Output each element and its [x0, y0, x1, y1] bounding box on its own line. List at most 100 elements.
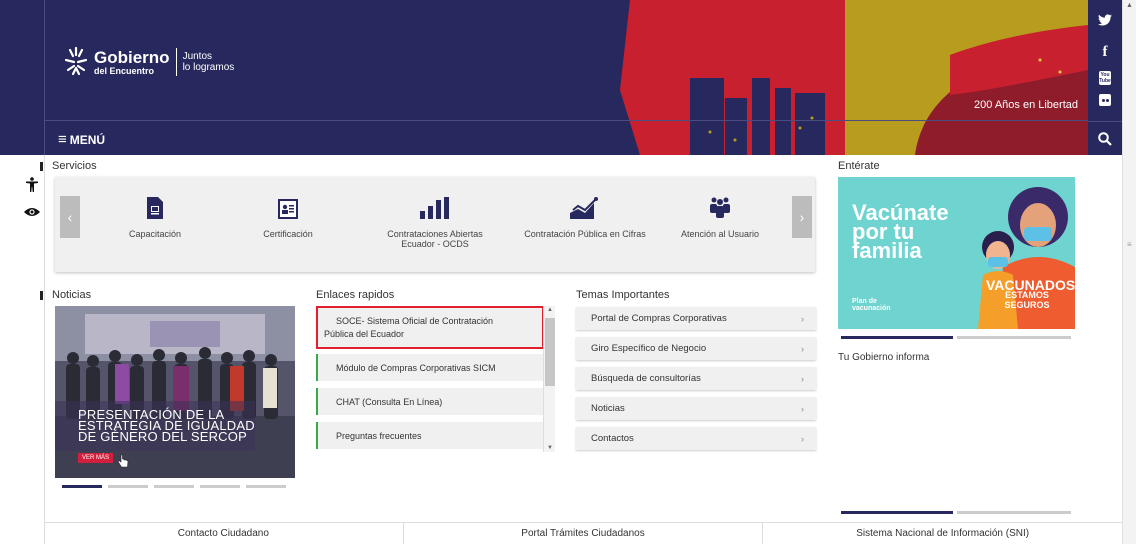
- pagination-dot[interactable]: [246, 485, 286, 488]
- link-soce[interactable]: SOCE- Sistema Oficial de Contratación Pú…: [316, 306, 544, 349]
- temas-title: Temas Importantes: [576, 289, 670, 301]
- vacunacion-headline-line: familia: [852, 238, 922, 263]
- link-accent-bar: [316, 354, 318, 381]
- link-label: SOCE- Sistema Oficial de Contratación Pú…: [324, 315, 493, 341]
- pagination-dot[interactable]: [154, 485, 194, 488]
- enlaces-scrollbar[interactable]: ▲ ▼: [543, 306, 555, 452]
- scroll-thumb[interactable]: [545, 318, 555, 386]
- link-label: Módulo de Compras Corporativas SICM: [336, 362, 496, 373]
- link-accent-bar: [316, 388, 318, 415]
- header-divider: [44, 0, 45, 155]
- vacunacion-headline: Vacúnate por tu familia: [852, 202, 949, 263]
- tema-label: Noticias: [591, 403, 625, 414]
- ver-mas-button[interactable]: VER MÁS: [78, 453, 114, 463]
- pagination-dot[interactable]: [957, 511, 1071, 514]
- menu-label: MENÚ: [69, 132, 106, 147]
- chevron-right-icon: ›: [801, 403, 804, 414]
- plan-vacunacion-label: Plan de vacunación: [852, 298, 891, 312]
- pagination-dot[interactable]: [200, 485, 240, 488]
- pagination-dot[interactable]: [957, 336, 1071, 339]
- servicio-certificacion[interactable]: Certificación: [223, 195, 353, 239]
- scroll-up-icon[interactable]: ▲: [547, 307, 553, 313]
- link-label: Preguntas frecuentes: [336, 430, 422, 441]
- servicio-contratacion-cifras[interactable]: Contratación Pública en Cifras: [510, 195, 660, 239]
- footer-contacto-ciudadano[interactable]: Contacto Ciudadano: [44, 523, 404, 544]
- bar-chart-icon: [370, 195, 500, 219]
- scroll-grip-icon[interactable]: ≡: [1127, 240, 1132, 249]
- cursor-hand-icon: [117, 454, 129, 468]
- pagination-dot[interactable]: [841, 511, 953, 514]
- footer-links: Contacto Ciudadano Portal Trámites Ciuda…: [44, 522, 1122, 544]
- servicio-contrataciones-abiertas[interactable]: Contrataciones Abiertas Ecuador - OCDS: [370, 195, 500, 249]
- pagination-dot[interactable]: [62, 485, 102, 488]
- link-compras-corporativas[interactable]: Módulo de Compras Corporativas SICM: [316, 354, 544, 381]
- scroll-up-icon[interactable]: ▲: [1126, 2, 1133, 9]
- social-bar: f You Tube: [1088, 0, 1122, 155]
- accessibility-icon[interactable]: [22, 177, 42, 199]
- vacunacion-banner[interactable]: Vacúnate por tu familia VACUNADOS ESTAMO…: [838, 177, 1075, 329]
- servicio-capacitacion[interactable]: Capacitación: [90, 195, 220, 239]
- servicio-label: Contrataciones Abiertas Ecuador - OCDS: [387, 229, 483, 249]
- trend-chart-icon: [510, 195, 660, 219]
- chevron-right-icon: ›: [801, 373, 804, 384]
- accessibility-tools: [22, 177, 42, 229]
- servicios-next-button[interactable]: ›: [792, 196, 812, 238]
- tema-giro-negocio[interactable]: Giro Específico de Negocio ›: [576, 337, 816, 360]
- gobierno-logo[interactable]: Gobierno del Encuentro Juntos lo logramo…: [62, 44, 234, 80]
- menu-button[interactable]: ≡ MENÚ: [58, 131, 105, 148]
- slogan-line-1: Juntos: [182, 51, 213, 62]
- pagination-dot[interactable]: [108, 485, 148, 488]
- servicio-label: Contratación Pública en Cifras: [524, 229, 646, 239]
- servicio-label: Atención al Usuario: [680, 229, 760, 239]
- footer-portal-tramites[interactable]: Portal Trámites Ciudadanos: [404, 523, 764, 544]
- servicios-title: Servicios: [52, 160, 97, 172]
- hamburger-icon: ≡: [58, 131, 67, 148]
- enterate-pagination: [841, 336, 1071, 339]
- tema-contactos[interactable]: Contactos ›: [576, 427, 816, 450]
- footer-sni[interactable]: Sistema Nacional de Información (SNI): [763, 523, 1122, 544]
- enlaces-title: Enlaces rapidos: [316, 289, 395, 301]
- enlaces-heading: Enlaces rapidos: [316, 289, 394, 301]
- capacitacion-icon: [90, 195, 220, 219]
- noticias-pagination: [62, 485, 286, 488]
- twitter-icon[interactable]: [1088, 8, 1122, 32]
- facebook-icon[interactable]: f: [1088, 40, 1122, 64]
- tema-portal-compras[interactable]: Portal de Compras Corporativas ›: [576, 307, 816, 330]
- logo-separator: [175, 48, 177, 76]
- tema-label: Búsqueda de consultorías: [591, 373, 701, 384]
- logo-slogan: Juntos lo logramos: [183, 51, 235, 73]
- certificacion-icon: [223, 195, 353, 219]
- tema-label: Giro Específico de Negocio: [591, 343, 707, 354]
- noticias-slide[interactable]: PRESENTACIÓN DE LA ESTRATEGIA DE IGUALDA…: [55, 306, 295, 478]
- enterate-heading: Entérate: [838, 160, 880, 172]
- pagination-dot[interactable]: [841, 336, 953, 339]
- chevron-right-icon: ›: [801, 313, 804, 324]
- servicios-carousel: ‹ Capacitación Certificación Contratacio…: [55, 177, 815, 272]
- chevron-right-icon: ›: [801, 433, 804, 444]
- scroll-down-icon[interactable]: ▼: [547, 445, 553, 451]
- plan-line: vacunación: [852, 305, 891, 312]
- tema-noticias[interactable]: Noticias ›: [576, 397, 816, 420]
- servicios-prev-button[interactable]: ‹: [60, 196, 80, 238]
- vacunados-badge: VACUNADOS ESTAMOS SEGUROS: [986, 278, 1075, 310]
- servicio-atencion-usuario[interactable]: Atención al Usuario: [655, 195, 785, 239]
- tema-label: Portal de Compras Corporativas: [591, 313, 727, 324]
- noticias-title: Noticias: [52, 289, 92, 301]
- eye-icon[interactable]: [22, 207, 42, 229]
- logo-mark-icon: [64, 46, 88, 76]
- flickr-icon[interactable]: [1088, 88, 1122, 112]
- enlaces-list: SOCE- Sistema Oficial de Contratación Pú…: [316, 306, 556, 452]
- badge-line: ESTAMOS SEGUROS: [1004, 290, 1050, 310]
- gobierno-informa-pagination: [841, 511, 1071, 514]
- link-preguntas-frecuentes[interactable]: Preguntas frecuentes: [316, 422, 544, 449]
- search-icon[interactable]: [1088, 121, 1122, 155]
- servicio-label: Certificación: [263, 229, 313, 239]
- link-chat[interactable]: CHAT (Consulta En Línea): [316, 388, 544, 415]
- youtube-icon[interactable]: You Tube: [1088, 66, 1122, 90]
- link-label-line: Pública del Ecuador: [324, 328, 405, 339]
- news-caption: PRESENTACIÓN DE LA ESTRATEGIA DE IGUALDA…: [78, 408, 255, 443]
- logo-subtitle: del Encuentro: [94, 65, 155, 76]
- page-scrollbar[interactable]: ▲ ≡: [1122, 0, 1136, 544]
- tema-busqueda-consultorias[interactable]: Búsqueda de consultorías ›: [576, 367, 816, 390]
- heading-bullet: [40, 290, 43, 300]
